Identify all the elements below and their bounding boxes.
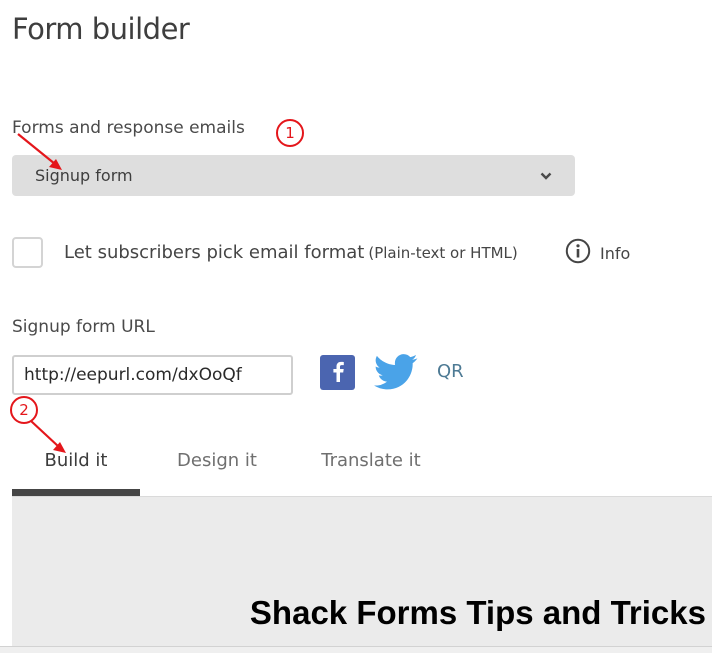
page-title: Form builder bbox=[12, 12, 190, 46]
form-preview-area: Shack Forms Tips and Tricks bbox=[12, 496, 712, 646]
forms-select-value: Signup form bbox=[35, 166, 133, 185]
tab-translate-it[interactable]: Translate it bbox=[294, 440, 448, 496]
tab-build-it[interactable]: Build it bbox=[12, 440, 140, 496]
bottom-divider bbox=[0, 646, 712, 653]
info-label: Info bbox=[600, 243, 631, 263]
form-builder-tabs: Build it Design it Translate it bbox=[12, 440, 448, 496]
facebook-share-button[interactable] bbox=[320, 355, 355, 390]
signup-url-label: Signup form URL bbox=[12, 317, 155, 337]
email-format-checkbox[interactable] bbox=[12, 237, 43, 268]
info-circle-icon bbox=[565, 238, 591, 268]
info-link[interactable]: Info bbox=[565, 238, 630, 268]
forms-label: Forms and response emails bbox=[12, 118, 245, 138]
signup-url-input[interactable] bbox=[12, 355, 293, 395]
tab-design-it[interactable]: Design it bbox=[140, 440, 294, 496]
qr-code-link[interactable]: QR bbox=[437, 361, 464, 382]
step-badge-2: 2 bbox=[10, 396, 38, 424]
twitter-share-button[interactable] bbox=[374, 354, 418, 391]
twitter-icon bbox=[374, 354, 418, 395]
email-format-hint: (Plain-text or HTML) bbox=[368, 244, 518, 262]
email-format-option: Let subscribers pick email format (Plain-… bbox=[12, 237, 518, 268]
forms-select[interactable]: Signup form bbox=[12, 155, 575, 196]
email-format-label-text: Let subscribers pick email format bbox=[64, 242, 365, 263]
form-builder-page: Form builder Forms and response emails S… bbox=[0, 0, 712, 653]
facebook-icon bbox=[331, 360, 345, 386]
email-format-label: Let subscribers pick email format (Plain-… bbox=[64, 242, 518, 263]
chevron-down-icon bbox=[539, 169, 553, 183]
form-preview-title: Shack Forms Tips and Tricks bbox=[249, 594, 706, 631]
step-badge-1: 1 bbox=[276, 119, 304, 147]
